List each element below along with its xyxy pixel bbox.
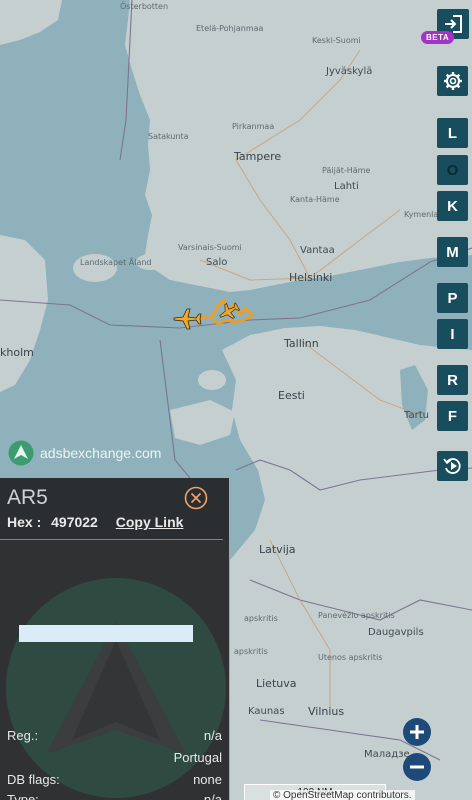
adsbexchange-logo-icon [8, 440, 34, 466]
zoom-out-button[interactable] [403, 753, 431, 781]
toggle-p-button[interactable]: P [437, 283, 468, 313]
toggle-m-button[interactable]: M [437, 237, 468, 267]
place-label: Daugavpils [368, 627, 424, 638]
close-icon [184, 486, 208, 510]
plus-icon [410, 725, 424, 739]
place-label: Satakunta [148, 132, 189, 141]
aircraft-callsign: AR5 [7, 486, 48, 509]
place-label: Маладзе [364, 749, 410, 760]
place-label: Tallinn [284, 337, 319, 350]
place-label: Panevėžio apskritis [318, 611, 395, 620]
photo-banner [19, 625, 193, 642]
place-label: Salo [206, 257, 228, 268]
place-label: Tampere [234, 150, 282, 163]
db-flags-row: DB flags: none [7, 772, 222, 787]
toggle-l-button[interactable]: L [437, 118, 468, 148]
place-label: Lahti [334, 181, 359, 192]
hex-row: Hex : 497022 Copy Link [7, 514, 183, 530]
place-label: Österbotten [120, 2, 169, 11]
aircraft-info-panel: AR5 Hex : 497022 Copy Link Reg.: n/a Por… [0, 478, 229, 800]
toggle-o-button[interactable]: O [437, 155, 468, 185]
close-panel-button[interactable] [184, 486, 208, 510]
minus-icon [410, 765, 424, 769]
place-label: Etelä-Pohjanmaa [196, 24, 264, 33]
place-label: Eesti [278, 389, 305, 402]
place-label: Varsinais-Suomi [178, 243, 242, 252]
place-label: Lietuva [256, 677, 297, 690]
type-value: n/a [203, 792, 222, 800]
toggle-f-button[interactable]: F [437, 401, 468, 431]
place-label: Landskapet Åland [80, 258, 152, 267]
place-label: Jyväskylä [326, 66, 373, 77]
place-label: Kaunas [248, 706, 285, 717]
land-baltics [222, 326, 472, 800]
reg-row: Reg.: n/a [7, 728, 222, 743]
db-flags-value: none [193, 772, 222, 787]
type-row: Type: n/a [7, 792, 222, 800]
place-label: Keski-Suomi [312, 36, 361, 45]
logo-text: adsbexchange.com [40, 445, 162, 461]
copy-link[interactable]: Copy Link [116, 514, 184, 530]
place-label: Tartu [404, 410, 429, 421]
reg-value: n/a [203, 728, 222, 743]
place-label: Vantaa [300, 245, 335, 256]
db-flags-label: DB flags: [7, 772, 60, 787]
place-label: Päijät-Häme [322, 166, 371, 175]
place-label: Vilnius [308, 705, 345, 718]
place-label: apskritis [234, 647, 268, 656]
toggle-k-button[interactable]: K [437, 191, 468, 221]
hex-label: Hex : [7, 514, 42, 530]
place-label: Helsinki [289, 271, 333, 284]
map-app: Österbotten Etelä-Pohjanmaa Keski-Suomi Jyv… [0, 0, 472, 800]
land-hiiumaa [198, 370, 226, 390]
beta-badge: BETA [421, 31, 455, 44]
place-label: apskritis [244, 614, 278, 623]
place-label: Pirkanmaa [232, 122, 275, 131]
hex-value: 497022 [51, 514, 98, 530]
type-label: Type: [7, 792, 39, 800]
place-label: Kanta-Häme [290, 195, 340, 204]
place-label: kholm [0, 346, 34, 359]
country-value: Portugal [173, 750, 222, 765]
map-attribution[interactable]: © OpenStreetMap contributors. [270, 790, 415, 800]
settings-button[interactable] [437, 66, 468, 96]
adsbexchange-logo: adsbexchange.com [8, 440, 161, 466]
gear-icon [443, 72, 462, 90]
replay-icon [442, 458, 461, 474]
zoom-in-button[interactable] [403, 718, 431, 746]
toggle-i-button[interactable]: I [437, 319, 468, 349]
place-label: Utenos apskritis [318, 653, 383, 662]
place-label: Latvija [259, 543, 296, 556]
toggle-r-button[interactable]: R [437, 365, 468, 395]
replay-button[interactable] [437, 451, 468, 481]
reg-label: Reg.: [7, 728, 39, 743]
